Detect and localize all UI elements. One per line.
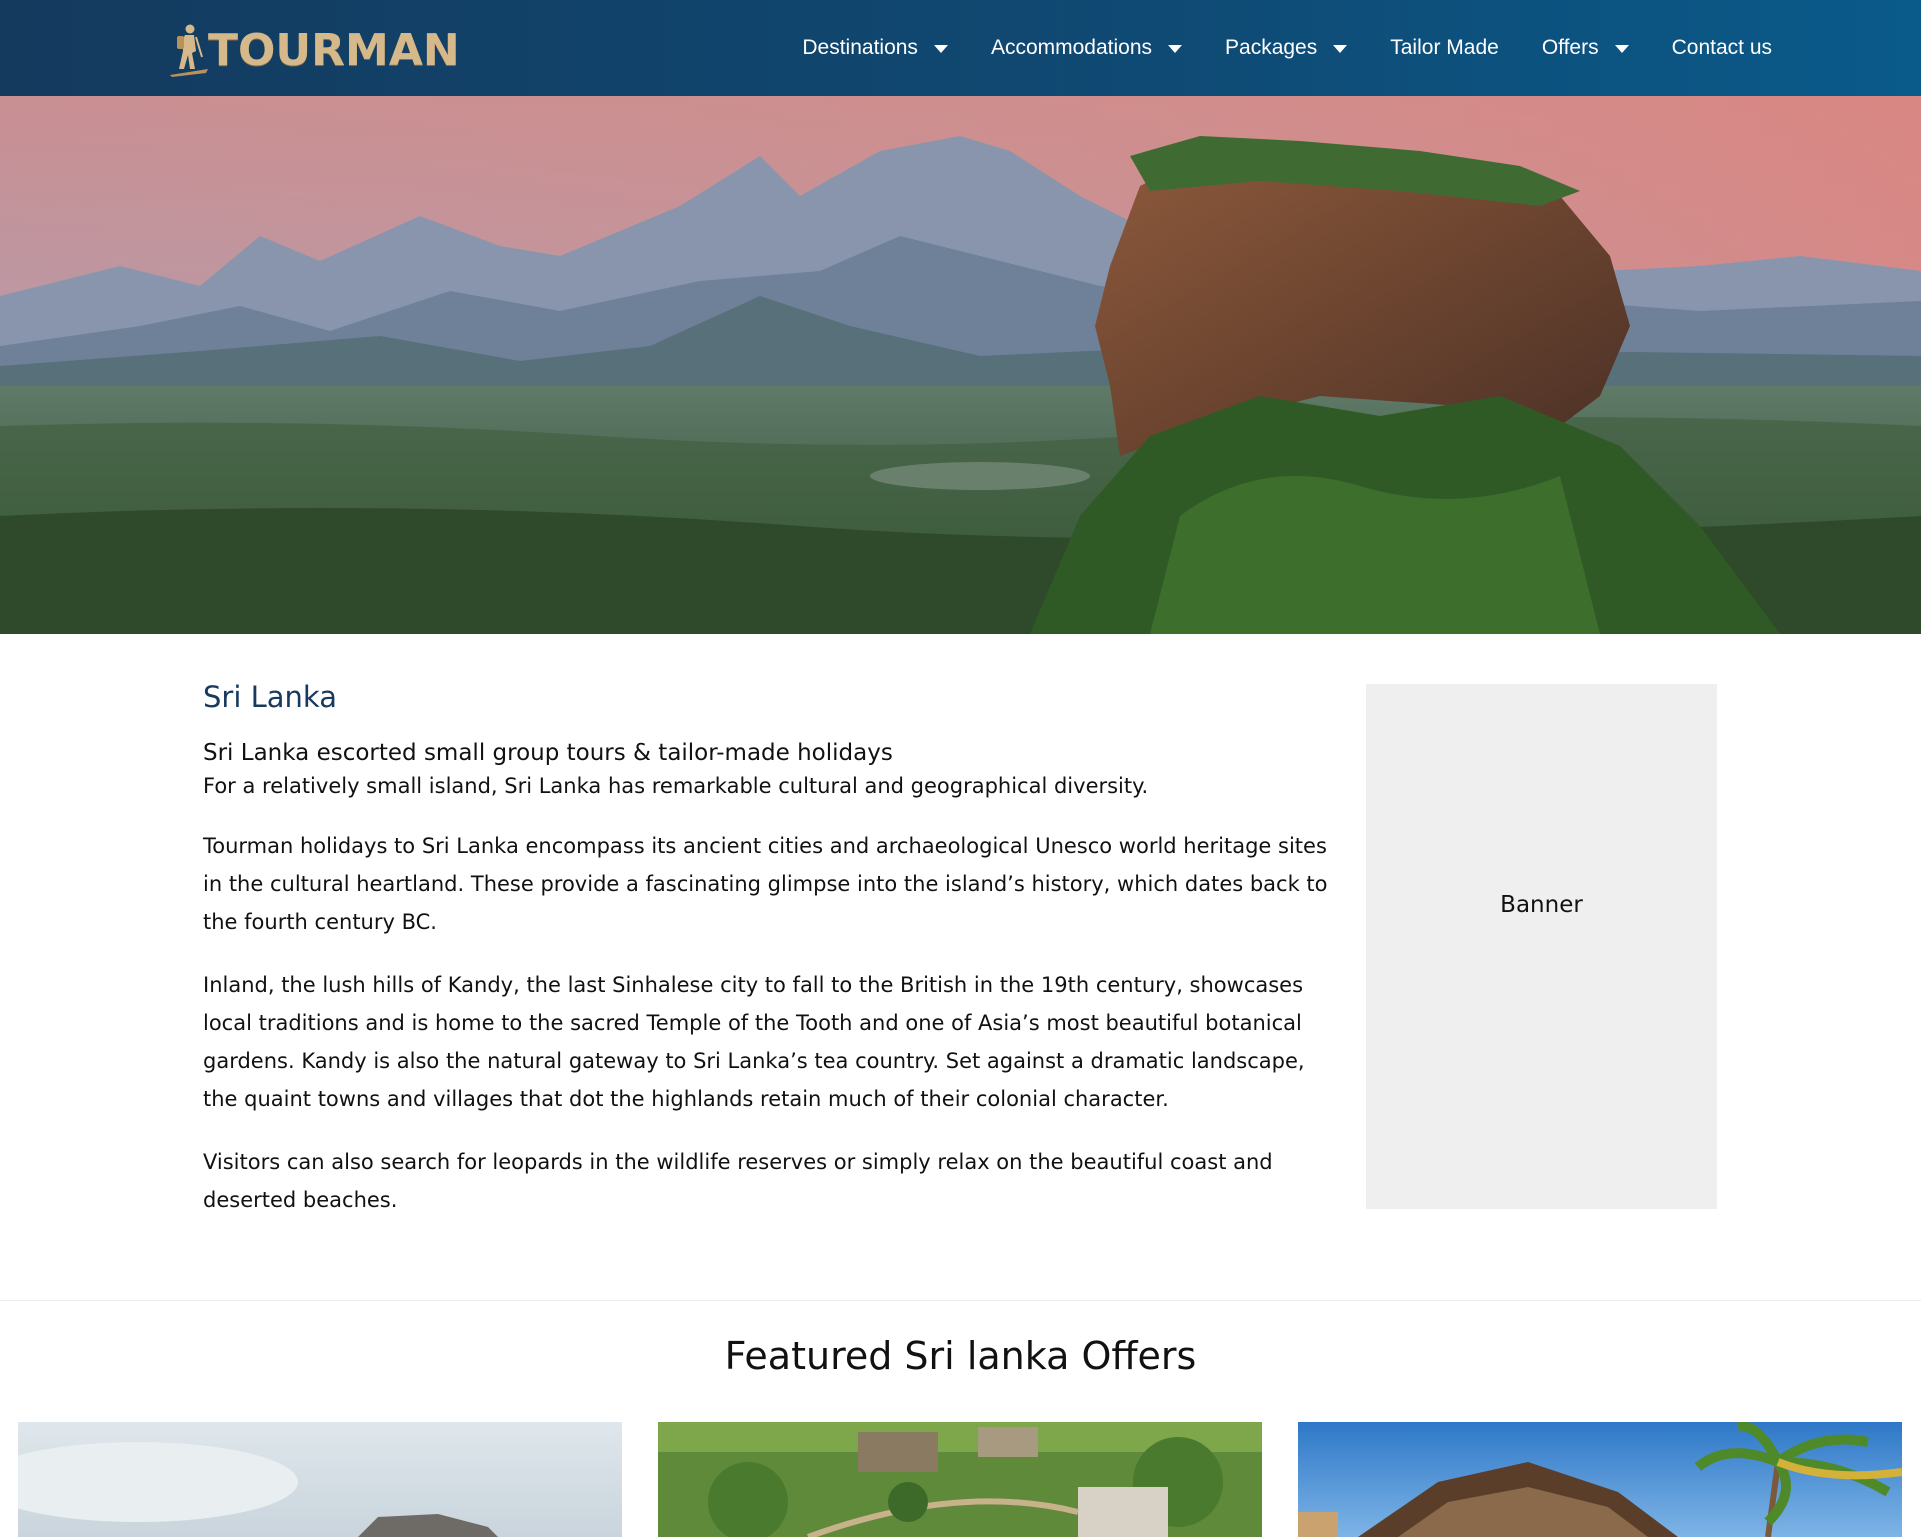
caret-down-icon [1614, 45, 1629, 53]
villa-aerial-image [658, 1422, 1262, 1537]
body-paragraph: Tourman holidays to Sri Lanka encompass … [203, 834, 1328, 934]
site-logo[interactable]: TOURMAN [168, 24, 460, 77]
site-header: TOURMAN Destinations Accommodations Pack… [0, 0, 1921, 96]
nav-label: Tailor Made [1390, 36, 1499, 59]
offer-card[interactable] [1298, 1422, 1902, 1537]
nav-label: Accommodations [990, 36, 1153, 59]
intro-paragraph: For a relatively small island, Sri Lanka… [203, 774, 1149, 798]
hero-image [0, 96, 1921, 634]
nav-label: Destinations [802, 36, 918, 59]
beach-resort-image [1298, 1422, 1902, 1537]
hiker-logo-icon [170, 24, 208, 77]
resort-building-image [18, 1422, 622, 1537]
body-paragraph: Inland, the lush hills of Kandy, the las… [203, 973, 1305, 1111]
banner-label: Banner [1500, 891, 1583, 918]
nav-label: Contact us [1671, 36, 1772, 59]
sidebar-banner[interactable]: Banner [1366, 684, 1717, 1209]
nav-destinations[interactable]: Destinations [802, 36, 948, 60]
nav-accommodations[interactable]: Accommodations [990, 36, 1183, 60]
sigiriya-landscape-image [0, 96, 1921, 634]
nav-tailor-made[interactable]: Tailor Made [1390, 36, 1499, 60]
main-content: Sri Lanka Sri Lanka escorted small group… [203, 680, 1333, 1219]
page-subtitle: Sri Lanka escorted small group tours & t… [203, 740, 893, 766]
main-nav: Destinations Accommodations Packages Tai… [802, 0, 1772, 96]
logo-text: TOURMAN [208, 24, 460, 76]
body-paragraph: Visitors can also search for leopards in… [203, 1150, 1273, 1212]
nav-offers[interactable]: Offers [1542, 36, 1629, 60]
featured-offers-title: Featured Sri lanka Offers [724, 1334, 1197, 1378]
nav-packages[interactable]: Packages [1225, 36, 1348, 60]
offer-card[interactable] [18, 1422, 622, 1537]
nav-contact-us[interactable]: Contact us [1672, 36, 1772, 60]
caret-down-icon [1168, 45, 1183, 53]
section-divider [0, 1300, 1921, 1301]
offer-card[interactable] [658, 1422, 1262, 1537]
page-title: Sri Lanka [203, 680, 337, 714]
caret-down-icon [1333, 45, 1348, 53]
nav-label: Offers [1541, 36, 1599, 59]
nav-label: Packages [1225, 36, 1318, 59]
caret-down-icon [933, 45, 948, 53]
